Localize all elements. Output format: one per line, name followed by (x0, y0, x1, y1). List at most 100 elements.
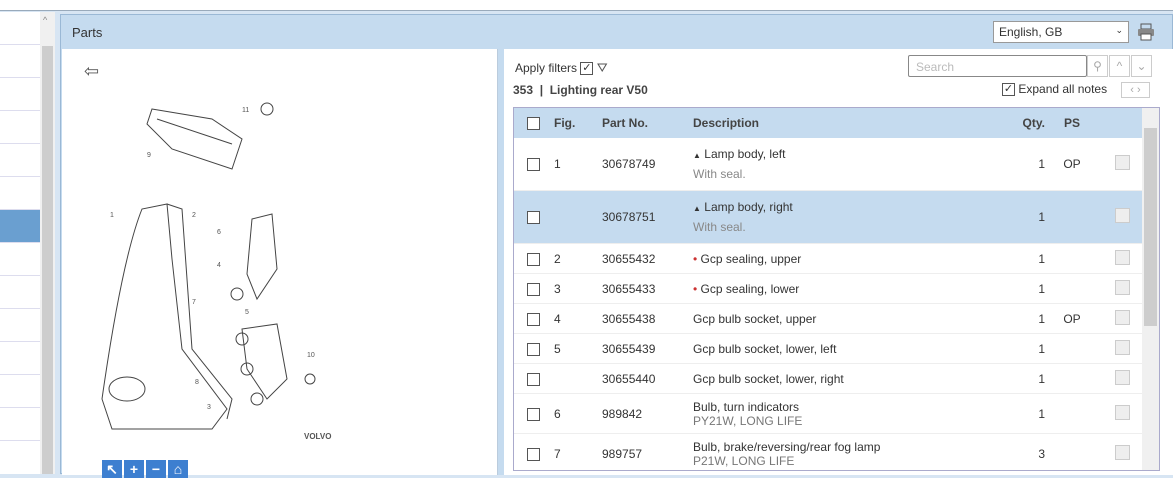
apply-filters-checkbox[interactable]: ✓ (580, 62, 594, 76)
search-input[interactable]: Search (908, 55, 1087, 77)
back-arrow-icon[interactable]: ⇦ (84, 61, 99, 82)
diagram-label[interactable]: 4 (217, 262, 221, 269)
diagram-label[interactable]: 9 (147, 152, 151, 159)
header-qty[interactable]: Qty. (978, 116, 1045, 130)
diagram-label[interactable]: 8 (195, 379, 199, 386)
table-row[interactable]: 5 30655439 Gcp bulb socket, lower, left … (514, 334, 1159, 364)
note-icon[interactable] (1115, 444, 1130, 460)
sidebar-item[interactable] (0, 243, 40, 276)
row-checkbox[interactable] (527, 312, 540, 326)
diagram-label[interactable]: 11 (242, 107, 249, 114)
search-prev-button[interactable]: ^ (1109, 55, 1130, 77)
fig-cell: 1 (554, 157, 561, 171)
note-icon[interactable] (1115, 309, 1130, 325)
parts-diagram[interactable]: 1 2 3 4 5 6 7 8 9 10 11 VOLVO (82, 99, 382, 459)
sidebar-item-selected[interactable] (0, 210, 40, 243)
diagram-label[interactable]: 7 (192, 299, 196, 306)
table-row[interactable]: 4 30655438 Gcp bulb socket, upper 1 OP (514, 304, 1159, 334)
row-checkbox[interactable] (527, 282, 540, 296)
fig-cell: 3 (554, 281, 561, 296)
sidebar-item[interactable] (0, 177, 40, 210)
header-part-no[interactable]: Part No. (602, 116, 693, 130)
table-row[interactable]: 30678751 ▲ Lamp body, right With seal. 1 (514, 191, 1159, 244)
scroll-up-icon[interactable]: ^ (43, 15, 47, 25)
fig-cell: 2 (554, 251, 561, 266)
fig-cell: 7 (554, 446, 561, 461)
printer-icon[interactable] (1137, 23, 1155, 41)
expand-notes-checkbox[interactable]: ✓ (1002, 83, 1015, 97)
row-marker: ▲ (693, 151, 701, 160)
qty-cell: 3 (1038, 446, 1045, 461)
sidebar-item[interactable] (0, 144, 40, 177)
qty-cell: 1 (1038, 311, 1045, 326)
volvo-logo: VOLVO (304, 432, 331, 441)
description-text: Bulb, brake/reversing/rear fog lamp (693, 439, 881, 454)
apply-filters-label: Apply filters (515, 61, 578, 75)
row-checkbox[interactable] (527, 342, 540, 356)
table-row[interactable]: 6 989842 Bulb, turn indicators PY21W, LON… (514, 394, 1159, 434)
sidebar-item[interactable] (0, 78, 40, 111)
header-ps[interactable]: PS (1045, 116, 1099, 130)
row-checkbox[interactable] (527, 211, 540, 225)
sidebar-item[interactable] (0, 12, 40, 45)
language-select[interactable]: English, GB ⌄ (993, 21, 1129, 43)
chevron-down-icon: ⌄ (1115, 25, 1123, 35)
home-button[interactable]: ⌂ (168, 460, 188, 478)
search-next-button[interactable]: ⌄ (1131, 55, 1152, 77)
part-no-cell: 30678751 (602, 210, 656, 224)
sidebar-item[interactable] (0, 111, 40, 144)
select-all-checkbox[interactable] (527, 117, 540, 131)
expand-all-notes[interactable]: ✓ Expand all notes (1002, 82, 1107, 97)
sidebar-item[interactable] (0, 408, 40, 441)
header-description[interactable]: Description (693, 116, 978, 130)
note-icon[interactable] (1115, 404, 1130, 420)
sidebar-item[interactable] (0, 276, 40, 309)
description-cell: • Gcp sealing, lower (693, 282, 978, 296)
sidebar (0, 12, 40, 474)
ps-cell: OP (1063, 157, 1081, 171)
table-row[interactable]: 1 30678749 ▲ Lamp body, left With seal. 1… (514, 138, 1159, 191)
qty-cell: 1 (1038, 157, 1045, 171)
panel-title: Parts (72, 25, 103, 40)
zoom-out-button[interactable]: − (146, 460, 166, 478)
note-icon[interactable] (1115, 339, 1130, 355)
filter-icon[interactable]: ⛛ (597, 60, 608, 75)
diagram-label[interactable]: 2 (192, 212, 196, 219)
diagram-label[interactable]: 5 (245, 309, 249, 316)
row-checkbox[interactable] (527, 252, 540, 266)
diagram-label[interactable]: 6 (217, 229, 221, 236)
notes-nav-buttons[interactable]: ‹ › (1121, 82, 1150, 98)
sidebar-item[interactable] (0, 375, 40, 408)
scroll-thumb[interactable] (1144, 128, 1157, 326)
search-icon[interactable]: ⚲ (1087, 55, 1108, 77)
pointer-tool-button[interactable]: ↖ (102, 460, 122, 478)
row-checkbox[interactable] (527, 447, 540, 461)
apply-filters[interactable]: Apply filters ✓ ⛛ (515, 60, 608, 76)
header-fig[interactable]: Fig. (554, 116, 602, 130)
sidebar-item[interactable] (0, 309, 40, 342)
note-icon[interactable] (1115, 155, 1130, 170)
description-cell: Gcp bulb socket, lower, right (693, 372, 978, 386)
sidebar-item[interactable] (0, 45, 40, 78)
scroll-thumb[interactable] (42, 46, 53, 474)
zoom-in-button[interactable]: + (124, 460, 144, 478)
table-scrollbar[interactable] (1142, 108, 1159, 470)
table-row[interactable]: 7 989757 Bulb, brake/reversing/rear fog … (514, 434, 1159, 470)
table-row[interactable]: 30655440 Gcp bulb socket, lower, right 1 (514, 364, 1159, 394)
diagram-label[interactable]: 3 (207, 404, 211, 411)
row-checkbox[interactable] (527, 158, 540, 172)
table-row[interactable]: 2 30655432 • Gcp sealing, upper 1 (514, 244, 1159, 274)
note-icon[interactable] (1115, 249, 1130, 265)
note-icon[interactable] (1115, 279, 1130, 295)
row-checkbox[interactable] (527, 372, 540, 386)
diagram-label[interactable]: 10 (307, 352, 315, 359)
note-icon[interactable] (1115, 369, 1130, 385)
note-icon[interactable] (1115, 208, 1130, 223)
sidebar-scrollbar[interactable]: ^ (40, 12, 55, 474)
row-checkbox[interactable] (527, 407, 540, 421)
sidebar-item[interactable] (0, 342, 40, 375)
fig-cell: 6 (554, 406, 561, 421)
description-text: Gcp sealing, lower (700, 281, 800, 296)
diagram-label[interactable]: 1 (110, 212, 114, 219)
table-row[interactable]: 3 30655433 • Gcp sealing, lower 1 (514, 274, 1159, 304)
